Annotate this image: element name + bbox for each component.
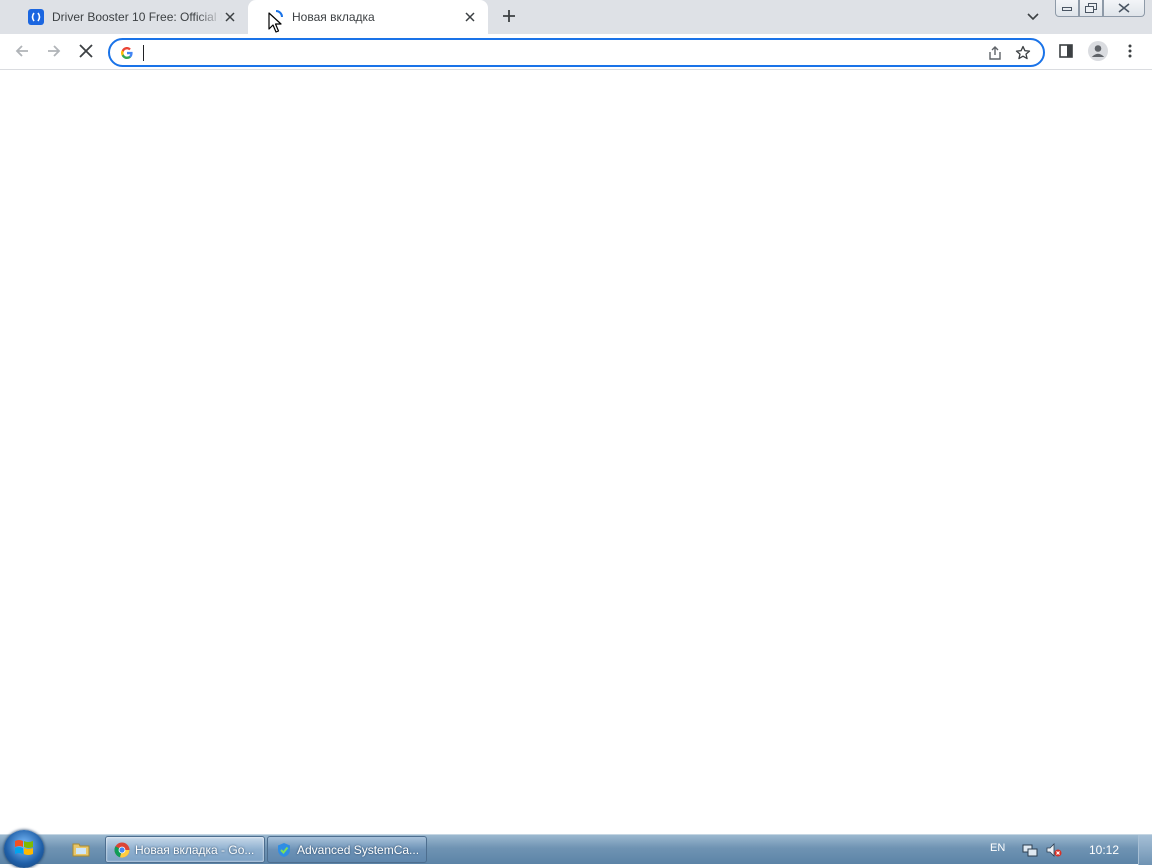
tab-title: Driver Booster 10 Free: Official Fr xyxy=(52,10,222,24)
taskbar-item-label: Advanced SystemCa... xyxy=(297,842,420,857)
new-tab-button[interactable] xyxy=(498,6,520,28)
explorer-quicklaunch-button[interactable] xyxy=(70,840,92,860)
side-panel-button[interactable] xyxy=(1052,38,1080,66)
language-indicator[interactable]: EN xyxy=(990,842,1005,854)
forward-arrow-icon xyxy=(46,43,62,62)
profile-icon xyxy=(1088,40,1108,64)
chrome-icon xyxy=(114,842,130,858)
chevron-down-icon xyxy=(1027,10,1039,24)
window-controls xyxy=(1055,0,1145,17)
start-button[interactable] xyxy=(4,830,44,868)
stop-loading-button[interactable] xyxy=(72,38,100,66)
tab-driver-booster[interactable]: Driver Booster 10 Free: Official Fr xyxy=(8,0,248,34)
restore-button[interactable] xyxy=(1079,0,1103,17)
profile-button[interactable] xyxy=(1084,38,1112,66)
address-bar[interactable] xyxy=(108,38,1045,67)
volume-muted-icon[interactable] xyxy=(1045,842,1063,858)
stop-loading-icon xyxy=(79,43,93,61)
text-caret xyxy=(143,45,144,61)
close-window-button[interactable] xyxy=(1103,0,1145,17)
address-input[interactable] xyxy=(143,41,981,64)
back-button[interactable] xyxy=(8,38,36,66)
google-g-icon xyxy=(119,45,135,61)
browser-toolbar xyxy=(0,34,1152,70)
windows-logo-icon xyxy=(14,838,34,861)
tab-close-icon[interactable] xyxy=(222,9,238,25)
side-panel-icon xyxy=(1059,43,1073,61)
forward-button[interactable] xyxy=(40,38,68,66)
show-desktop-button[interactable] xyxy=(1138,835,1152,865)
kebab-menu-icon xyxy=(1128,44,1132,61)
advanced-systemcare-icon xyxy=(276,842,292,858)
menu-button[interactable] xyxy=(1116,38,1144,66)
share-icon[interactable] xyxy=(981,42,1009,64)
driver-booster-favicon-icon xyxy=(28,9,44,25)
folder-icon xyxy=(72,841,90,860)
minimize-button[interactable] xyxy=(1055,0,1079,17)
clock[interactable]: 10:12 xyxy=(1082,843,1126,857)
tab-close-icon[interactable] xyxy=(462,9,478,25)
tab-title: Новая вкладка xyxy=(292,10,375,24)
network-icon[interactable] xyxy=(1021,842,1039,858)
tab-search-button[interactable] xyxy=(1022,6,1044,28)
star-icon[interactable] xyxy=(1009,42,1037,64)
tab-new-tab[interactable]: Новая вкладка xyxy=(248,0,488,34)
taskbar-item-label: Новая вкладка - Go... xyxy=(135,842,255,857)
plus-icon xyxy=(502,9,516,26)
page-content xyxy=(0,71,1152,834)
taskbar: Новая вкладка - Go... Advanced SystemCa.… xyxy=(0,830,1152,868)
taskbar-item-advanced-systemcare[interactable]: Advanced SystemCa... xyxy=(267,836,427,863)
taskbar-item-chrome[interactable]: Новая вкладка - Go... xyxy=(105,836,265,863)
mouse-cursor-icon xyxy=(268,12,282,34)
tab-strip: Driver Booster 10 Free: Official Fr Нова… xyxy=(0,0,1152,34)
back-arrow-icon xyxy=(14,43,30,62)
